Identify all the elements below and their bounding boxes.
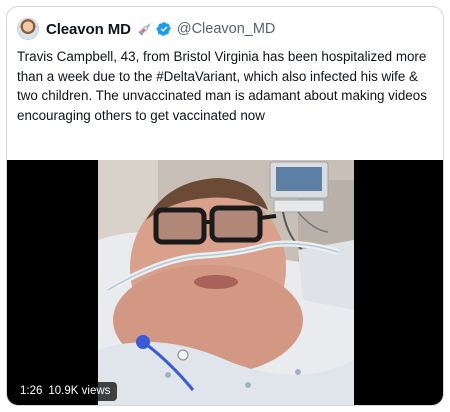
syringe-icon xyxy=(138,23,151,36)
tweet-card[interactable]: Cleavon MD @Cleavon_MD Travis Campbell, … xyxy=(6,6,444,406)
tweet-text: Travis Campbell, 43, from Bristol Virgin… xyxy=(17,49,427,123)
video-stats-badge: 1:26 10.9K views xyxy=(13,382,118,401)
tweet-header: Cleavon MD @Cleavon_MD xyxy=(17,16,275,42)
video-view-count: 10.9K views xyxy=(48,385,111,397)
user-handle[interactable]: @Cleavon_MD xyxy=(177,21,276,37)
video-duration: 1:26 xyxy=(20,385,43,397)
hospital-bed-scene xyxy=(98,160,354,405)
verified-badge-icon xyxy=(156,22,171,36)
video-player[interactable]: 1:26 10.9K views xyxy=(7,160,443,405)
avatar[interactable] xyxy=(17,18,39,40)
display-name[interactable]: Cleavon MD xyxy=(46,21,131,38)
video-thumbnail xyxy=(98,160,354,405)
